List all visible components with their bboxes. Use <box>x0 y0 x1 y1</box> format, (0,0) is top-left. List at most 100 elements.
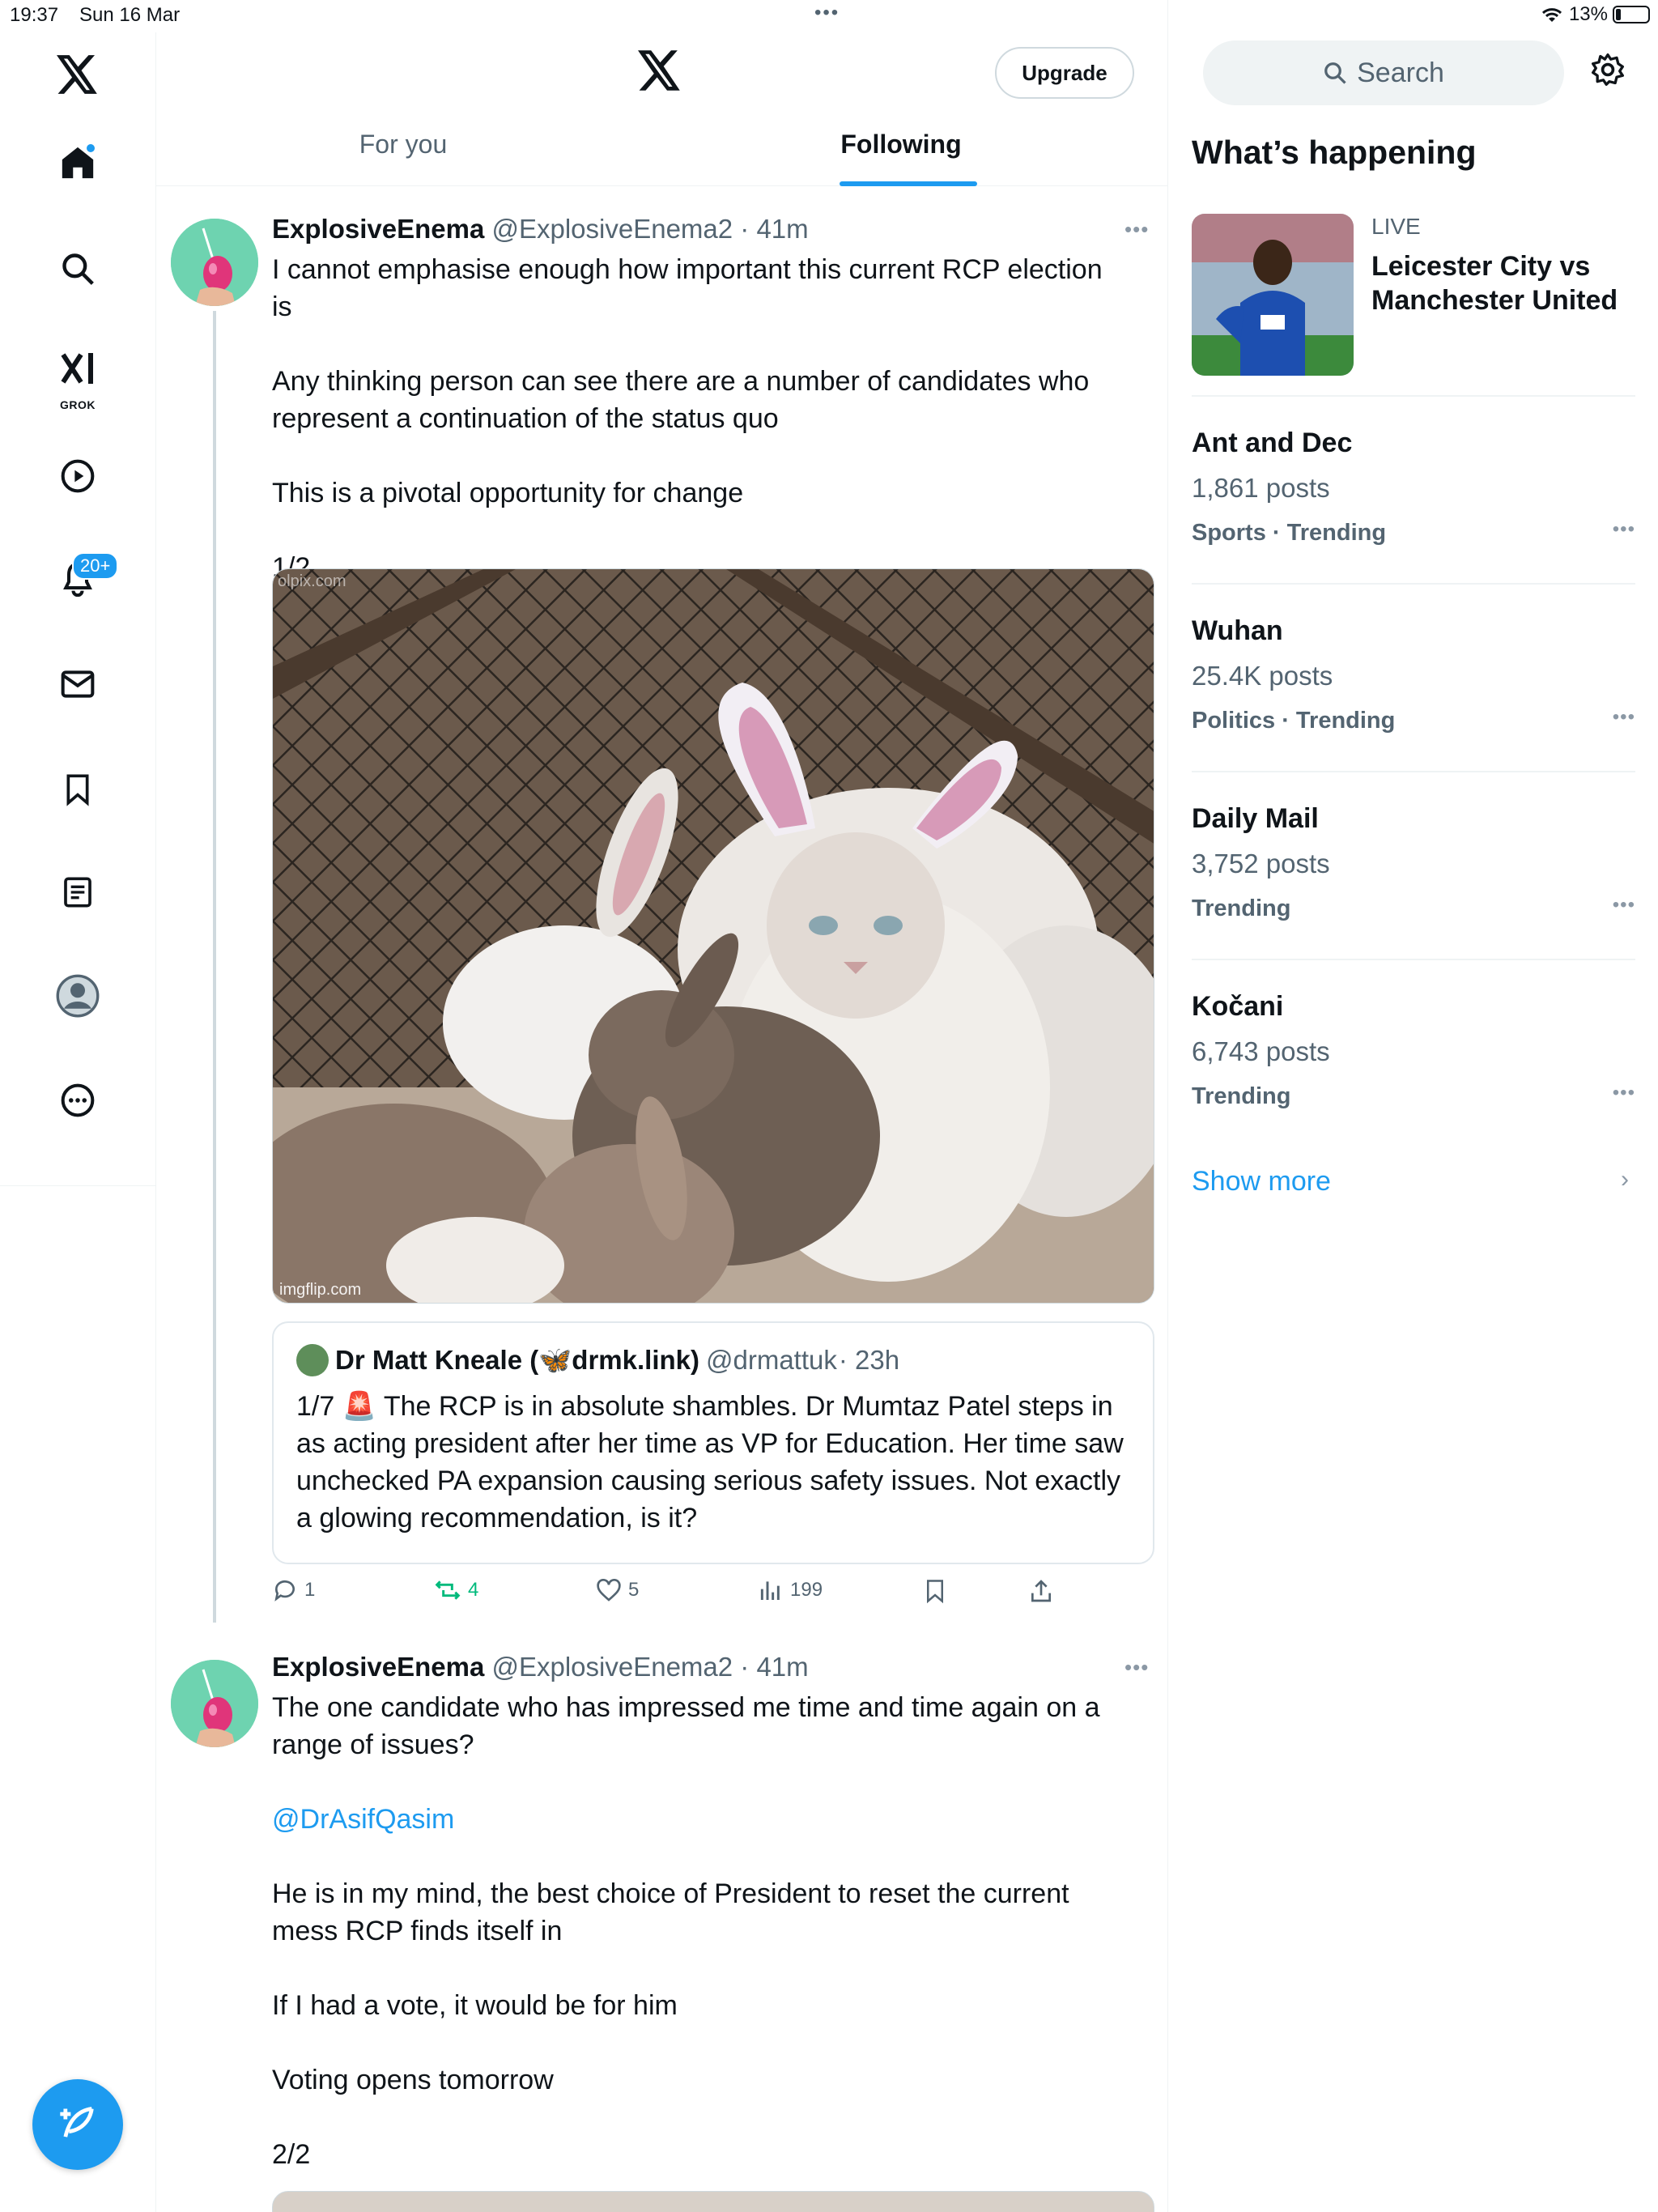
compose-post-button[interactable] <box>32 2079 123 2170</box>
explore-search-icon[interactable] <box>49 240 106 297</box>
repost-count: 4 <box>468 1579 479 1601</box>
left-nav-rail: GROK 20+ <box>0 32 156 2212</box>
home-icon[interactable] <box>49 134 106 191</box>
thread-connector <box>213 311 216 1623</box>
timeline-header: Upgrade For you Following <box>156 32 1167 186</box>
trend-more-icon[interactable]: ••• <box>1613 706 1635 729</box>
trend-divider <box>1192 959 1635 960</box>
profile-avatar-icon[interactable] <box>49 968 106 1024</box>
post-paragraph: Any thinking person can see there are a … <box>272 366 1090 434</box>
view-count: 199 <box>790 1579 823 1601</box>
live-label: LIVE <box>1371 214 1421 239</box>
live-event-image <box>1192 214 1354 376</box>
compose-feather-icon <box>60 2107 94 2138</box>
trend-post-count: 3,752 posts <box>1192 849 1330 878</box>
trend-category: Trending <box>1192 1083 1291 1109</box>
quoted-author-avatar <box>296 1344 329 1376</box>
post-image[interactable]: olpix.com imgflip.com <box>272 568 1154 1304</box>
post-header: ExplosiveEnema @ExplosiveEnema2 · 41m <box>272 1652 809 1682</box>
trend-more-icon[interactable]: ••• <box>1613 1082 1635 1104</box>
post[interactable]: ExplosiveEnema @ExplosiveEnema2 · 41m ••… <box>156 194 1167 1627</box>
status-time: 19:37 <box>10 4 59 26</box>
rail-divider <box>0 1185 156 1186</box>
trend-category: Sports · Trending <box>1192 520 1387 546</box>
post-more-icon[interactable]: ••• <box>1124 217 1149 242</box>
bookmark-icon <box>927 1580 943 1604</box>
trend-item[interactable]: Ant and Dec 1,861 posts Sports · Trendin… <box>1192 428 1635 589</box>
lists-icon[interactable] <box>49 864 106 921</box>
trend-item[interactable]: Daily Mail 3,752 posts Trending ••• <box>1192 803 1635 965</box>
show-more-link[interactable]: Show more › <box>1192 1166 1635 1197</box>
trend-item[interactable]: Kočani 6,743 posts Trending ••• <box>1192 991 1635 1153</box>
post-paragraph: He is in my mind, the best choice of Pre… <box>272 1878 1069 1946</box>
grok-icon[interactable]: GROK <box>49 342 106 411</box>
trend-category: Politics · Trending <box>1192 708 1396 734</box>
mention-link[interactable]: @DrAsifQasim <box>272 1801 1114 1838</box>
repost-button[interactable]: 4 <box>434 1577 478 1603</box>
grok-label: GROK <box>60 398 96 411</box>
x-header-logo-icon[interactable] <box>638 50 682 95</box>
timeline-column: Upgrade For you Following ExplosiveEnema… <box>156 0 1168 2212</box>
post-more-icon[interactable]: ••• <box>1124 1655 1149 1680</box>
post-time[interactable]: · 41m <box>740 1652 808 1682</box>
quoted-post[interactable]: Dr Matt Kneale (🦋drmk.link) @drmattuk · … <box>272 1321 1154 1564</box>
search-icon <box>1324 62 1346 84</box>
show-more-label: Show more <box>1192 1166 1331 1197</box>
trend-more-icon[interactable]: ••• <box>1613 518 1635 541</box>
more-options-icon[interactable] <box>49 1072 106 1129</box>
post-paragraph: I cannot emphasise enough how important … <box>272 254 1103 322</box>
chevron-right-icon: › <box>1621 1166 1629 1193</box>
trend-item[interactable]: Wuhan 25.4K posts Politics · Trending ••… <box>1192 615 1635 777</box>
author-avatar[interactable] <box>171 1660 258 1747</box>
author-avatar[interactable] <box>171 219 258 306</box>
tab-following[interactable]: Following <box>650 130 1152 186</box>
notifications-bell-icon[interactable]: 20+ <box>49 551 119 607</box>
trend-category: Trending <box>1192 895 1291 921</box>
x-logo-icon[interactable] <box>49 46 106 103</box>
trend-more-icon[interactable]: ••• <box>1613 894 1635 917</box>
like-button[interactable]: 5 <box>596 1577 639 1603</box>
tab-for-you[interactable]: For you <box>156 130 650 186</box>
post-time[interactable]: · 41m <box>740 214 808 244</box>
repost-icon <box>435 1580 461 1600</box>
quoted-author-name: Dr Matt Kneale (🦋drmk.link) <box>335 1344 699 1375</box>
trend-name: Ant and Dec <box>1192 428 1353 458</box>
post-paragraph: Voting opens tomorrow <box>272 2065 554 2095</box>
upgrade-button[interactable]: Upgrade <box>995 47 1134 99</box>
settings-gear-icon[interactable] <box>1590 52 1626 91</box>
search-placeholder: Search <box>1357 57 1444 88</box>
views-button[interactable]: 199 <box>758 1577 823 1603</box>
author-handle[interactable]: @ExplosiveEnema2 <box>491 214 733 244</box>
tab-following-label: Following <box>840 130 962 159</box>
author-name[interactable]: ExplosiveEnema <box>272 1652 484 1682</box>
live-event-card[interactable]: LIVE Leicester City vs Manchester United <box>1192 214 1635 376</box>
post-body: The one candidate who has impressed me t… <box>272 1689 1114 2173</box>
bookmarks-icon[interactable] <box>49 761 106 818</box>
live-event-title: Leicester City vs Manchester United <box>1371 251 1618 316</box>
reply-count: 1 <box>304 1579 316 1601</box>
trend-name: Wuhan <box>1192 615 1283 646</box>
search-input[interactable]: Search <box>1203 40 1564 105</box>
heart-icon <box>597 1579 621 1602</box>
like-count: 5 <box>628 1579 640 1601</box>
video-play-icon[interactable] <box>49 448 106 504</box>
image-watermark-top: olpix.com <box>278 572 346 590</box>
trend-post-count: 6,743 posts <box>1192 1036 1330 1066</box>
bookmark-button[interactable] <box>923 1577 947 1605</box>
whats-happening-title: What’s happening <box>1192 134 1477 171</box>
messages-envelope-icon[interactable] <box>49 656 106 713</box>
trend-divider <box>1192 771 1635 772</box>
reply-icon <box>274 1580 295 1602</box>
author-name[interactable]: ExplosiveEnema <box>272 214 484 244</box>
reply-button[interactable]: 1 <box>272 1577 315 1603</box>
author-handle[interactable]: @ExplosiveEnema2 <box>491 1652 733 1682</box>
share-button[interactable] <box>1028 1577 1054 1605</box>
views-chart-icon <box>760 1581 780 1600</box>
post-paragraph: If I had a vote, it would be for him <box>272 1990 678 2021</box>
home-unread-dot <box>85 143 96 154</box>
post-image-partial[interactable] <box>272 2191 1154 2212</box>
share-icon <box>1031 1580 1051 1602</box>
tab-for-you-label: For you <box>359 130 448 159</box>
quoted-post-header: Dr Matt Kneale (🦋drmk.link) @drmattuk · … <box>296 1344 899 1376</box>
post[interactable]: ExplosiveEnema @ExplosiveEnema2 · 41m ••… <box>156 1636 1167 2212</box>
